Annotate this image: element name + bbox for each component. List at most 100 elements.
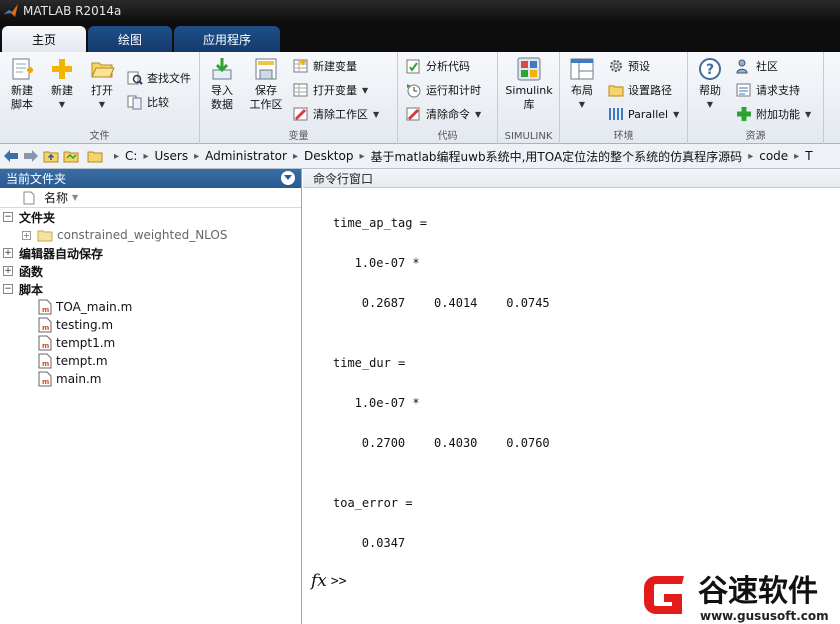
breadcrumb-separator-icon[interactable]: ▸ bbox=[794, 151, 799, 162]
command-window-header: 命令行窗口 bbox=[303, 169, 840, 188]
clear-workspace-label: 清除工作区 bbox=[313, 108, 368, 121]
new-variable-button[interactable]: 新建变量 bbox=[293, 56, 357, 76]
breadcrumb-separator-icon[interactable]: ▸ bbox=[748, 151, 753, 162]
script-file-item[interactable]: m testing.m bbox=[0, 316, 301, 334]
expand-toggle-icon[interactable]: + bbox=[3, 266, 13, 276]
new-script-button[interactable]: 新建 脚本 bbox=[4, 56, 40, 112]
folder-item[interactable]: + constrained_weighted_NLOS bbox=[0, 226, 301, 244]
folder-icon bbox=[37, 230, 53, 242]
run-and-time-button[interactable]: 运行和计时 bbox=[406, 80, 481, 100]
tree-section-scripts[interactable]: − 脚本 bbox=[0, 280, 301, 298]
m-file-icon: m bbox=[38, 335, 52, 351]
preferences-button[interactable]: 预设 bbox=[608, 56, 650, 76]
community-button[interactable]: 社区 bbox=[736, 56, 778, 76]
command-output-line: 0.2687 0.4014 0.0745 bbox=[361, 296, 550, 310]
new-variable-label: 新建变量 bbox=[313, 60, 357, 73]
matlab-window: MATLAB R2014a 主页 绘图 应用程序 新建 脚本 新建 ▼ 打开 ▼ bbox=[0, 0, 840, 624]
document-icon bbox=[23, 191, 35, 205]
script-file-item[interactable]: m main.m bbox=[0, 370, 301, 388]
chevron-down-icon: ▼ bbox=[475, 109, 482, 119]
window-title: MATLAB R2014a bbox=[23, 4, 122, 18]
compare-button[interactable]: 比较 bbox=[127, 92, 169, 112]
new-button[interactable]: 新建 ▼ bbox=[44, 56, 80, 112]
command-output-line: 0.2700 0.4030 0.0760 bbox=[361, 436, 550, 450]
run-and-time-label: 运行和计时 bbox=[426, 84, 481, 97]
breadcrumb-item[interactable]: C: bbox=[125, 149, 137, 163]
breadcrumb-separator-icon[interactable]: ▸ bbox=[143, 151, 148, 162]
clear-workspace-button[interactable]: 清除工作区 ▼ bbox=[293, 104, 379, 124]
script-file-label: TOA_main.m bbox=[56, 300, 133, 314]
layout-button[interactable]: 布局 ▼ bbox=[564, 56, 600, 112]
m-file-icon: m bbox=[38, 317, 52, 333]
parallel-label: Parallel bbox=[628, 107, 669, 121]
group-label-file: 文件 bbox=[89, 131, 110, 142]
analyze-code-button[interactable]: 分析代码 bbox=[406, 56, 470, 76]
browse-folder-button[interactable] bbox=[62, 147, 80, 165]
script-file-item[interactable]: m tempt1.m bbox=[0, 334, 301, 352]
preferences-label: 预设 bbox=[628, 60, 650, 73]
script-file-item[interactable]: m tempt.m bbox=[0, 352, 301, 370]
breadcrumb-separator-icon[interactable]: ▸ bbox=[194, 151, 199, 162]
open-button[interactable]: 打开 ▼ bbox=[84, 56, 120, 112]
breadcrumb-separator-icon[interactable]: ▸ bbox=[293, 151, 298, 162]
tab-plots[interactable]: 绘图 bbox=[88, 26, 172, 52]
parallel-button[interactable]: Parallel ▼ bbox=[608, 104, 679, 124]
column-header-name[interactable]: 名称 ▼ bbox=[0, 188, 301, 208]
panel-actions-button[interactable] bbox=[281, 171, 295, 185]
breadcrumb-item[interactable]: Administrator bbox=[205, 149, 287, 163]
save-workspace-button[interactable]: 保存 工作区 bbox=[246, 56, 286, 112]
command-prompt[interactable]: fx >> bbox=[311, 571, 347, 591]
tab-home[interactable]: 主页 bbox=[2, 26, 86, 52]
breadcrumb-item[interactable]: Users bbox=[154, 149, 188, 163]
forward-button[interactable] bbox=[22, 147, 40, 165]
command-output-line bbox=[333, 313, 550, 333]
compare-icon bbox=[127, 95, 142, 110]
set-path-button[interactable]: 设置路径 bbox=[608, 80, 672, 100]
breadcrumb-item[interactable]: Desktop bbox=[304, 149, 354, 163]
group-label-resources: 资源 bbox=[745, 131, 766, 142]
breadcrumb-item[interactable]: 基于matlab编程uwb系统中,用TOA定位法的整个系统的仿真程序源码 bbox=[371, 148, 743, 165]
simulink-library-button[interactable]: Simulink 库 bbox=[502, 56, 556, 112]
open-variable-button[interactable]: 打开变量 ▼ bbox=[293, 80, 368, 100]
import-data-button[interactable]: 导入 数据 bbox=[204, 56, 240, 112]
add-ons-label: 附加功能 bbox=[756, 108, 800, 121]
request-support-button[interactable]: 请求支持 bbox=[736, 80, 800, 100]
svg-text:m: m bbox=[42, 378, 49, 386]
collapse-toggle-icon[interactable]: − bbox=[3, 212, 13, 222]
find-files-icon bbox=[127, 71, 143, 85]
clear-commands-button[interactable]: 清除命令 ▼ bbox=[406, 104, 481, 124]
group-label-variable: 变量 bbox=[288, 131, 309, 142]
breadcrumb-separator-icon[interactable]: ▸ bbox=[359, 151, 364, 162]
script-file-label: testing.m bbox=[56, 318, 114, 332]
breadcrumb-item[interactable]: T bbox=[805, 149, 812, 163]
expand-toggle-icon[interactable]: + bbox=[22, 230, 31, 240]
save-workspace-icon bbox=[255, 58, 277, 80]
clear-commands-icon bbox=[406, 107, 420, 121]
help-button[interactable]: ? 帮助 ▼ bbox=[692, 56, 728, 112]
tree-section-functions[interactable]: + 函数 bbox=[0, 262, 301, 280]
tree-section-folders[interactable]: − 文件夹 bbox=[0, 208, 301, 226]
run-and-time-icon bbox=[407, 84, 421, 98]
breadcrumb-item[interactable]: code bbox=[759, 149, 788, 163]
find-files-button[interactable]: 查找文件 bbox=[127, 68, 191, 88]
up-folder-button[interactable] bbox=[42, 147, 60, 165]
tree-section-autosave[interactable]: + 编辑器自动保存 bbox=[0, 244, 301, 262]
add-ons-button[interactable]: 附加功能 ▼ bbox=[736, 104, 811, 124]
expand-toggle-icon[interactable]: + bbox=[3, 248, 13, 258]
command-window[interactable]: 命令行窗口 time_ap_tag = 1.0e-07 * 0.2687 0.401… bbox=[303, 169, 840, 624]
command-output-line: time_ap_tag = bbox=[333, 216, 427, 230]
m-file-icon: m bbox=[38, 371, 52, 387]
parallel-icon bbox=[609, 108, 623, 120]
tab-apps[interactable]: 应用程序 bbox=[174, 26, 280, 52]
ribbon-group-code: 分析代码 运行和计时 清除命令 ▼ 代码 bbox=[398, 52, 498, 144]
chevron-down-icon bbox=[284, 175, 292, 180]
add-ons-icon bbox=[737, 107, 751, 121]
back-button[interactable] bbox=[2, 147, 20, 165]
function-browser-icon[interactable]: fx bbox=[311, 571, 327, 591]
group-label-environment: 环境 bbox=[613, 131, 634, 142]
script-file-item[interactable]: m TOA_main.m bbox=[0, 298, 301, 316]
prompt-symbol: >> bbox=[330, 573, 347, 589]
collapse-toggle-icon[interactable]: − bbox=[3, 284, 13, 294]
command-output-line bbox=[333, 333, 550, 353]
breadcrumb-separator-icon[interactable]: ▸ bbox=[114, 151, 119, 162]
